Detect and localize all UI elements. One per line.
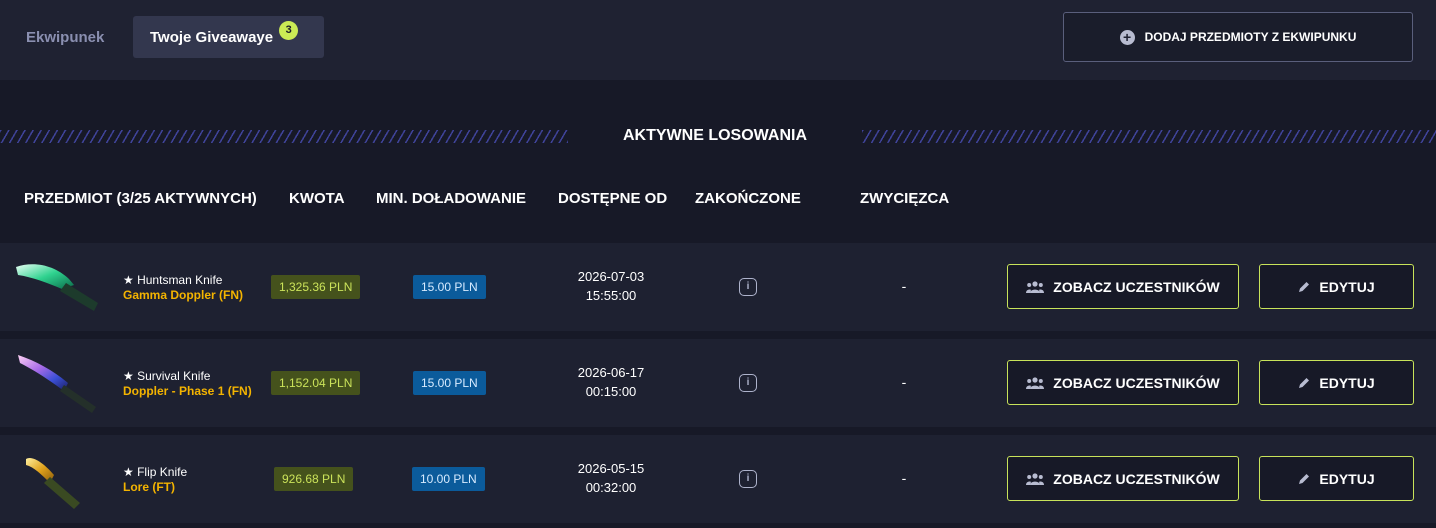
edit-button[interactable]: EDYTUJ bbox=[1259, 456, 1414, 501]
users-icon bbox=[1026, 376, 1045, 389]
table-row: ★ Survival Knife Doppler - Phase 1 (FN) … bbox=[0, 339, 1436, 427]
table-row: ★ Flip Knife Lore (FT) 926.68 PLN 10.00 … bbox=[0, 435, 1436, 523]
knife-image bbox=[18, 355, 96, 413]
add-items-button[interactable]: + DODAJ PRZEDMIOTY Z EKWIPUNKU bbox=[1063, 12, 1413, 62]
winner-value: - bbox=[901, 278, 907, 294]
view-participants-button[interactable]: ZOBACZ UCZESTNIKÓW bbox=[1007, 360, 1239, 405]
item-name: ★ Huntsman Knife Gamma Doppler (FN) bbox=[123, 273, 243, 303]
edit-label: EDYTUJ bbox=[1319, 470, 1375, 487]
info-icon[interactable]: i bbox=[739, 278, 757, 296]
view-participants-label: ZOBACZ UCZESTNIKÓW bbox=[1053, 278, 1220, 295]
date-label: 2026-05-15 bbox=[577, 461, 645, 476]
view-participants-button[interactable]: ZOBACZ UCZESTNIKÓW bbox=[1007, 264, 1239, 309]
tab-label: Twoje Giveawaye bbox=[150, 28, 274, 46]
available-from-datetime: 2026-05-15 00:32:00 bbox=[556, 459, 666, 497]
item-finish-label: Gamma Doppler (FN) bbox=[123, 288, 244, 302]
item-name-label: ★ Huntsman Knife bbox=[123, 273, 223, 287]
column-header-item: PRZEDMIOT (3/25 AKTYWNYCH) bbox=[24, 190, 257, 207]
item-finish-label: Doppler - Phase 1 (FN) bbox=[123, 384, 252, 398]
tab-your-giveaways[interactable]: Twoje Giveawaye 3 bbox=[133, 16, 324, 58]
pencil-icon bbox=[1298, 473, 1310, 485]
knife-image bbox=[26, 457, 80, 509]
section-title: AKTYWNE LOSOWANIA bbox=[623, 127, 807, 144]
pencil-icon bbox=[1298, 281, 1310, 293]
decorative-stripes-left bbox=[0, 130, 568, 143]
info-icon[interactable]: i bbox=[739, 374, 757, 392]
amount-badge: 1,152.04 PLN bbox=[271, 371, 361, 395]
item-finish-label: Lore (FT) bbox=[123, 480, 175, 494]
column-header-winner: ZWYCIĘZCA bbox=[860, 190, 950, 207]
date-label: 2026-06-17 bbox=[577, 365, 645, 380]
min-topup-badge: 10.00 PLN bbox=[412, 467, 485, 491]
available-from-datetime: 2026-06-17 00:15:00 bbox=[556, 363, 666, 401]
item-name: ★ Flip Knife Lore (FT) bbox=[123, 465, 187, 495]
decorative-stripes-right bbox=[862, 130, 1436, 143]
column-header-ended: ZAKOŃCZONE bbox=[695, 190, 801, 207]
time-label: 15:55:00 bbox=[585, 288, 637, 303]
item-name: ★ Survival Knife Doppler - Phase 1 (FN) bbox=[123, 369, 252, 399]
pencil-icon bbox=[1298, 377, 1310, 389]
view-participants-label: ZOBACZ UCZESTNIKÓW bbox=[1053, 374, 1220, 391]
knife-image bbox=[16, 264, 98, 311]
tab-inventory[interactable]: Ekwipunek bbox=[14, 16, 116, 58]
time-label: 00:15:00 bbox=[585, 384, 637, 399]
column-header-min-topup: MIN. DOŁADOWANIE bbox=[376, 190, 526, 207]
amount-badge: 926.68 PLN bbox=[274, 467, 354, 491]
count-badge: 3 bbox=[279, 20, 299, 40]
plus-circle-icon: + bbox=[1119, 29, 1135, 45]
tab-label: Ekwipunek bbox=[26, 28, 105, 46]
column-header-amount: KWOTA bbox=[289, 190, 345, 207]
users-icon bbox=[1026, 280, 1045, 293]
date-label: 2026-07-03 bbox=[577, 269, 645, 284]
winner-value: - bbox=[901, 374, 907, 390]
item-name-label: ★ Survival Knife bbox=[123, 369, 211, 383]
winner-value: - bbox=[901, 470, 907, 486]
edit-label: EDYTUJ bbox=[1319, 374, 1375, 391]
min-topup-badge: 15.00 PLN bbox=[413, 275, 486, 299]
view-participants-button[interactable]: ZOBACZ UCZESTNIKÓW bbox=[1007, 456, 1239, 501]
min-topup-badge: 15.00 PLN bbox=[413, 371, 486, 395]
edit-button[interactable]: EDYTUJ bbox=[1259, 264, 1414, 309]
item-name-label: ★ Flip Knife bbox=[123, 465, 188, 479]
add-items-label: DODAJ PRZEDMIOTY Z EKWIPUNKU bbox=[1144, 30, 1357, 44]
users-icon bbox=[1026, 472, 1045, 485]
amount-badge: 1,325.36 PLN bbox=[271, 275, 361, 299]
top-bar: Ekwipunek Twoje Giveawaye 3 + DODAJ PRZE… bbox=[0, 0, 1436, 80]
info-icon[interactable]: i bbox=[739, 470, 757, 488]
available-from-datetime: 2026-07-03 15:55:00 bbox=[556, 267, 666, 305]
view-participants-label: ZOBACZ UCZESTNIKÓW bbox=[1053, 470, 1220, 487]
edit-button[interactable]: EDYTUJ bbox=[1259, 360, 1414, 405]
column-header-available-from: DOSTĘPNE OD bbox=[558, 190, 668, 207]
time-label: 00:32:00 bbox=[585, 480, 637, 495]
edit-label: EDYTUJ bbox=[1319, 278, 1375, 295]
table-row: ★ Huntsman Knife Gamma Doppler (FN) 1,32… bbox=[0, 243, 1436, 331]
